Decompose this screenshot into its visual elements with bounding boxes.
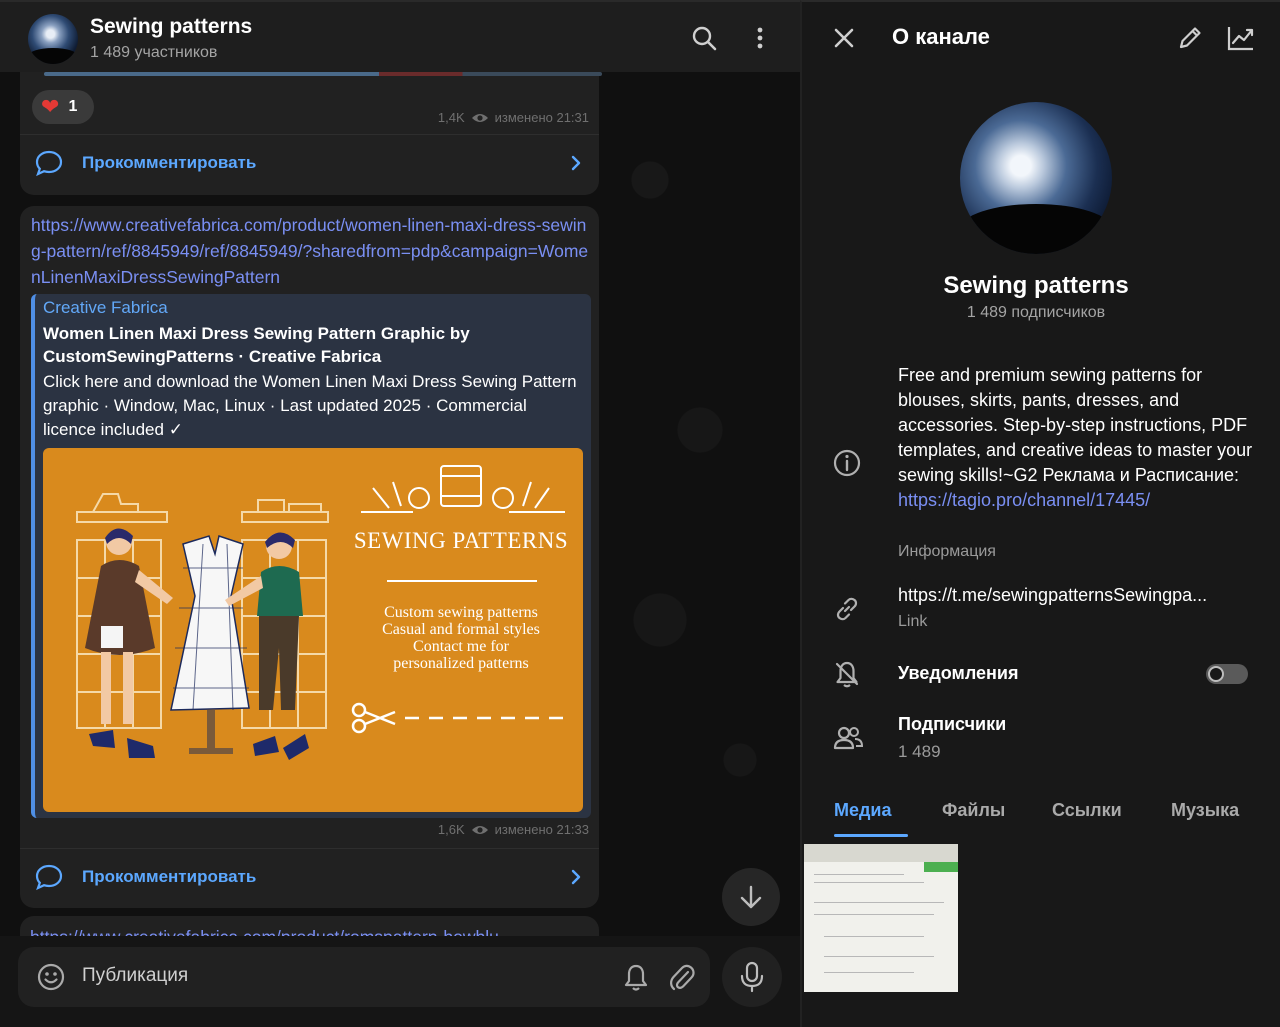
link-label: Link <box>898 613 928 630</box>
description-text: Free and premium sewing patterns for blo… <box>898 365 1253 485</box>
close-icon[interactable] <box>832 26 856 50</box>
edited-time: изменено 21:33 <box>494 822 589 837</box>
comment-icon <box>35 150 63 177</box>
thumb-line <box>814 882 924 883</box>
media-tabs: Медиа Файлы Ссылки Музыка <box>802 792 1280 838</box>
comment-label: Прокомментировать <box>82 867 257 886</box>
image-brand-title: SEWING PATTERNS <box>353 528 569 553</box>
bell-icon[interactable] <box>622 962 650 992</box>
chat-subtitle: 1 489 участников <box>90 44 218 61</box>
reaction-count: 1 <box>68 98 78 115</box>
preview-title: Women Linen Maxi Dress Sewing Pattern Gr… <box>43 324 470 366</box>
stats-icon[interactable] <box>1226 24 1256 52</box>
avatar-silhouette <box>28 48 78 64</box>
telegram-window: ❤ 1 1,4K изменено 21:31 Прокомментироват… <box>0 0 1280 1027</box>
thumb-line <box>824 972 914 973</box>
channel-name: Sewing patterns <box>943 272 1129 299</box>
heart-icon: ❤ <box>41 94 60 119</box>
views-count: 1,4K <box>437 110 465 125</box>
comment-button[interactable]: Прокомментировать <box>20 135 599 191</box>
panel-title: О канале <box>892 24 990 49</box>
preview-image[interactable]: SEWING PATTERNS Custom sewing patterns C… <box>43 448 583 812</box>
chat-header[interactable]: Sewing patterns 1 489 участников <box>0 0 800 72</box>
media-thumbnail[interactable] <box>804 844 958 992</box>
image-tagline-line: Contact me for <box>413 638 509 655</box>
users-icon <box>833 726 864 750</box>
post-link: https://www.creativefabrica.com/product/… <box>20 206 599 908</box>
channel-link[interactable]: https://t.me/sewingpatternsSewingpa... <box>898 585 1207 606</box>
post-meta: 1,4K изменено 21:31 <box>438 110 589 125</box>
chat-title: Sewing patterns <box>90 15 253 38</box>
eye-icon <box>471 113 488 122</box>
tab-media[interactable]: Медиа <box>834 800 892 821</box>
search-icon[interactable] <box>690 24 718 52</box>
preview-site-name: Creative Fabrica <box>43 298 168 317</box>
notifications-label: Уведомления <box>898 663 1019 683</box>
channel-info-panel: О канале Sewing patterns 1 489 подписчик… <box>800 0 1280 1027</box>
post-previous: ❤ 1 1,4K изменено 21:31 Прокомментироват… <box>20 60 602 195</box>
thumb-line <box>814 914 934 915</box>
tab-links[interactable]: Ссылки <box>1052 800 1122 821</box>
eye-icon <box>471 825 488 834</box>
subscribers-count: 1 489 <box>898 742 941 761</box>
pencil-icon[interactable] <box>1176 24 1204 52</box>
post-image-bottom-edge <box>44 72 602 76</box>
thumb-line <box>814 874 904 875</box>
tab-files[interactable]: Файлы <box>942 800 1005 821</box>
chat-area: ❤ 1 1,4K изменено 21:31 Прокомментироват… <box>0 0 800 1027</box>
arrow-down-icon <box>740 885 762 909</box>
image-tagline-line: Custom sewing patterns <box>384 604 538 621</box>
link-icon <box>836 597 858 621</box>
emoji-icon[interactable] <box>36 962 66 992</box>
message-composer[interactable]: Публикация <box>18 947 710 1007</box>
channel-description[interactable]: Free and premium sewing patterns for blo… <box>898 363 1254 513</box>
preview-description: Click here and download the Women Linen … <box>43 372 577 439</box>
reaction-chip[interactable]: ❤ 1 <box>32 90 94 124</box>
info-icon <box>833 449 861 477</box>
notifications-toggle[interactable] <box>1206 664 1248 684</box>
image-divider-line <box>387 580 537 582</box>
toggle-knob <box>1208 666 1224 682</box>
channel-avatar[interactable] <box>28 14 78 64</box>
thumb-line <box>814 902 944 903</box>
microphone-button[interactable] <box>722 947 782 1007</box>
image-tagline-line: personalized patterns <box>393 655 529 672</box>
scroll-down-button[interactable] <box>722 868 780 926</box>
description-label: Информация <box>898 543 996 560</box>
comment-icon <box>35 864 63 891</box>
composer-placeholder[interactable]: Публикация <box>82 965 188 987</box>
active-tab-indicator <box>834 834 908 837</box>
more-vertical-icon[interactable] <box>746 24 774 52</box>
image-tagline-line: Casual and formal styles <box>382 621 540 638</box>
views-count: 1,6K <box>437 822 465 837</box>
comment-button[interactable]: Прокомментировать <box>20 849 599 905</box>
tab-music[interactable]: Музыка <box>1171 800 1239 821</box>
channel-avatar-large[interactable] <box>960 102 1112 254</box>
channel-subscribers: 1 489 подписчиков <box>966 304 1106 321</box>
microphone-icon <box>740 961 764 993</box>
post-meta: 1,6K изменено 21:33 <box>438 822 589 837</box>
avatar-silhouette <box>960 204 1112 254</box>
chevron-right-icon <box>571 155 581 171</box>
comment-label: Прокомментировать <box>82 153 257 172</box>
thumb-header <box>804 844 958 862</box>
subscribers-label: Подписчики <box>898 714 1007 734</box>
paperclip-icon[interactable] <box>668 962 696 992</box>
thumb-highlight <box>924 862 958 872</box>
description-link[interactable]: https://tagio.pro/channel/17445/ <box>898 490 1150 510</box>
thumb-line <box>824 956 934 957</box>
chevron-right-icon <box>571 869 581 885</box>
post-url-link[interactable]: https://www.creativefabrica.com/product/… <box>31 212 591 290</box>
bell-off-icon <box>835 661 859 688</box>
image-tagline: Custom sewing patterns Casual and formal… <box>345 604 577 672</box>
thumb-line <box>824 936 924 937</box>
link-preview[interactable]: Creative Fabrica Women Linen Maxi Dress … <box>31 294 591 818</box>
edited-time: изменено 21:31 <box>494 110 589 125</box>
